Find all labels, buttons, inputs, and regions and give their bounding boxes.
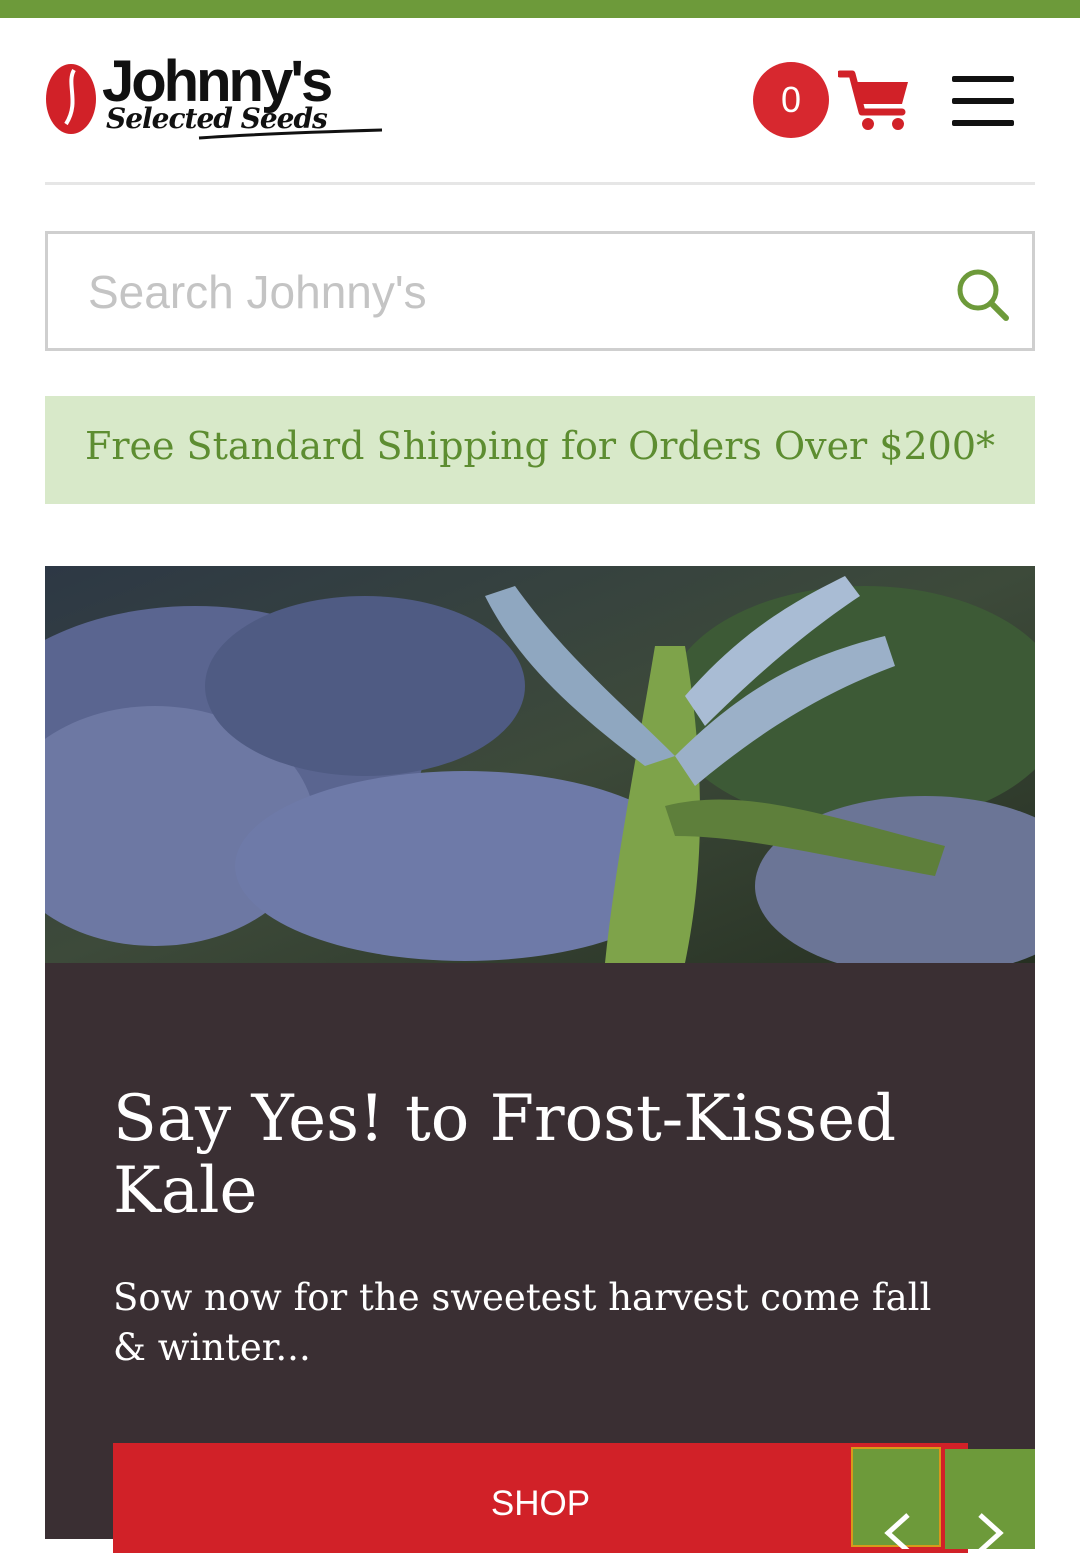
top-accent-bar xyxy=(0,0,1080,18)
seed-logo-icon xyxy=(46,64,96,134)
hero-image[interactable] xyxy=(45,566,1035,963)
site-logo[interactable]: Johnny's Selected Seeds xyxy=(44,49,389,142)
header-divider xyxy=(45,182,1035,185)
logo-swash-icon xyxy=(198,128,383,140)
hero-panel: Say Yes! to Frost-Kissed Kale Sow now fo… xyxy=(45,963,1035,1553)
free-shipping-banner[interactable]: Free Standard Shipping for Orders Over $… xyxy=(45,396,1035,504)
carousel-prev-button[interactable] xyxy=(851,1447,941,1549)
hamburger-menu-icon[interactable] xyxy=(950,74,1016,128)
cart-icon[interactable] xyxy=(838,68,912,132)
search-input[interactable] xyxy=(86,256,930,328)
free-shipping-text: Free Standard Shipping for Orders Over $… xyxy=(84,424,996,468)
shop-button[interactable]: SHOP xyxy=(113,1443,968,1553)
hero-title: Say Yes! to Frost-Kissed Kale xyxy=(113,1082,897,1228)
cart-count-badge[interactable]: 0 xyxy=(753,62,829,138)
chevron-left-icon xyxy=(884,1513,910,1549)
search-icon[interactable] xyxy=(954,266,1010,322)
kale-image xyxy=(45,566,1035,963)
search-bar[interactable] xyxy=(45,231,1035,351)
chevron-right-icon xyxy=(978,1513,1004,1549)
carousel-next-button[interactable] xyxy=(945,1449,1035,1549)
hero-subtitle: Sow now for the sweetest harvest come fa… xyxy=(113,1276,932,1369)
